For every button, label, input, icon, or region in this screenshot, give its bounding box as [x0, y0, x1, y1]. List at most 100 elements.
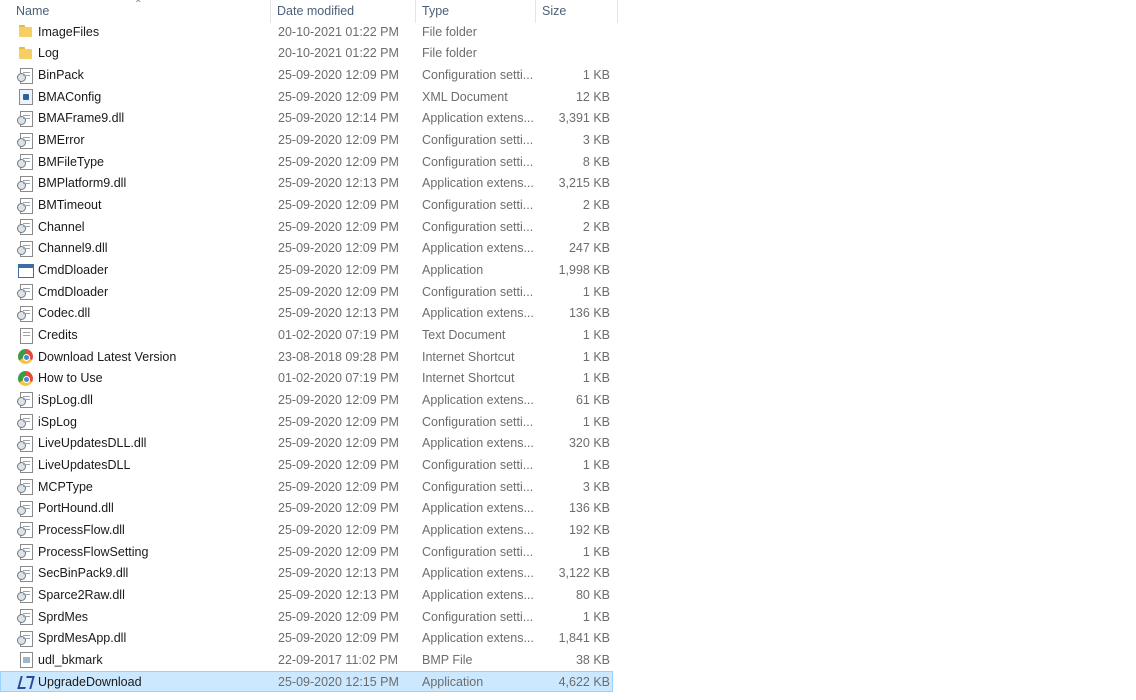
file-row[interactable]: MCPType 25-09-2020 12:09 PM Configuration …	[0, 476, 620, 498]
file-date-modified: 20-10-2021 01:22 PM	[278, 24, 399, 39]
file-icon-cell	[0, 303, 38, 324]
file-row[interactable]: ProcessFlowSetting 25-09-2020 12:09 PM Con…	[0, 541, 620, 563]
file-row[interactable]: ProcessFlow.dll 25-09-2020 12:09 PM Applic…	[0, 519, 620, 541]
file-type: Application extens...	[422, 436, 534, 451]
file-name: BMPlatform9.dll	[38, 176, 127, 191]
file-type: Application extens...	[422, 566, 534, 581]
file-type: Application extens...	[422, 241, 534, 256]
file-size: 192 KB	[568, 522, 610, 537]
file-date-modified: 01-02-2020 07:19 PM	[278, 371, 399, 386]
config-file-icon	[17, 457, 33, 474]
file-row[interactable]: SecBinPack9.dll 25-09-2020 12:13 PM Applic…	[0, 562, 620, 584]
file-date-modified: 25-09-2020 12:14 PM	[278, 111, 399, 126]
file-date-modified: 25-09-2020 12:09 PM	[278, 392, 399, 407]
file-size: 3,122 KB	[558, 566, 610, 581]
file-date-modified: 25-09-2020 12:09 PM	[278, 479, 399, 494]
file-row[interactable]: PortHound.dll 25-09-2020 12:09 PM Applicat…	[0, 497, 620, 519]
file-row[interactable]: Download Latest Version 23-08-2018 09:28 …	[0, 346, 620, 368]
file-type: Internet Shortcut	[422, 349, 515, 364]
file-type: Configuration setti...	[422, 479, 534, 494]
file-icon-cell	[0, 368, 38, 389]
file-icon-cell	[0, 325, 38, 346]
config-file-icon	[17, 219, 33, 236]
file-icon-cell	[0, 43, 38, 64]
file-type: Configuration setti...	[422, 544, 534, 559]
file-row[interactable]: iSpLog 25-09-2020 12:09 PM Configuration s…	[0, 411, 620, 433]
file-icon-cell	[0, 411, 38, 432]
file-name: Channel9.dll	[38, 241, 108, 256]
dll-file-icon	[17, 630, 33, 647]
file-name: SprdMes	[38, 609, 89, 624]
file-row[interactable]: iSpLog.dll 25-09-2020 12:09 PM Application…	[0, 389, 620, 411]
file-size: 8 KB	[582, 154, 610, 169]
dll-file-icon	[17, 435, 33, 452]
file-row[interactable]: udl_bkmark 22-09-2017 11:02 PM BMP File 38 …	[0, 649, 620, 671]
file-row[interactable]: Channel9.dll 25-09-2020 12:09 PM Applicati…	[0, 238, 620, 260]
file-date-modified: 25-09-2020 12:09 PM	[278, 457, 399, 472]
file-row[interactable]: How to Use 01-02-2020 07:19 PM Internet Sh…	[0, 368, 620, 390]
file-size: 1 KB	[582, 414, 610, 429]
column-header-name[interactable]: ⌃ Name	[0, 0, 271, 23]
file-row[interactable]: Log 20-10-2021 01:22 PM File folder	[0, 43, 620, 65]
file-name: udl_bkmark	[38, 652, 103, 667]
file-size: 3 KB	[582, 479, 610, 494]
file-type: Application extens...	[422, 111, 534, 126]
file-row[interactable]: BMAFrame9.dll 25-09-2020 12:14 PM Applicat…	[0, 108, 620, 130]
file-row[interactable]: BMAConfig 25-09-2020 12:09 PM XML Document…	[0, 86, 620, 108]
file-name: MCPType	[38, 479, 93, 494]
config-file-icon	[17, 284, 33, 301]
file-row[interactable]: Channel 25-09-2020 12:09 PM Configuration …	[0, 216, 620, 238]
file-row[interactable]: Sparce2Raw.dll 25-09-2020 12:13 PM Applica…	[0, 584, 620, 606]
file-date-modified: 25-09-2020 12:09 PM	[278, 133, 399, 148]
column-header-date-modified[interactable]: Date modified	[271, 0, 416, 23]
file-date-modified: 25-09-2020 12:09 PM	[278, 241, 399, 256]
file-type: Application	[422, 263, 484, 278]
file-row[interactable]: SprdMesApp.dll 25-09-2020 12:09 PM Applica…	[0, 627, 620, 649]
file-size: 136 KB	[568, 306, 610, 321]
internet-shortcut-icon	[18, 349, 33, 365]
file-row[interactable]: BMPlatform9.dll 25-09-2020 12:13 PM Applic…	[0, 173, 620, 195]
dll-file-icon	[17, 392, 33, 409]
file-type: Configuration setti...	[422, 133, 534, 148]
file-row[interactable]: BMError 25-09-2020 12:09 PM Configuration …	[0, 129, 620, 151]
column-header-row: ⌃ Name Date modified Type Size	[0, 0, 618, 23]
dll-file-icon	[17, 240, 33, 257]
file-size: 3,215 KB	[558, 176, 610, 191]
file-name: Sparce2Raw.dll	[38, 587, 125, 602]
file-row[interactable]: CmdDloader 25-09-2020 12:09 PM Configurati…	[0, 281, 620, 303]
file-type: Configuration setti...	[422, 609, 534, 624]
file-name: BMAConfig	[38, 89, 102, 104]
file-icon-cell	[0, 346, 38, 367]
file-name: Log	[38, 46, 59, 61]
file-row[interactable]: CmdDloader 25-09-2020 12:09 PM Application…	[0, 259, 620, 281]
file-date-modified: 25-09-2020 12:13 PM	[278, 306, 399, 321]
file-date-modified: 25-09-2020 12:09 PM	[278, 522, 399, 537]
file-name: ProcessFlowSetting	[38, 544, 149, 559]
file-row[interactable]: LiveUpdatesDLL 25-09-2020 12:09 PM Configu…	[0, 454, 620, 476]
file-row[interactable]: Credits 01-02-2020 07:19 PM Text Document 1…	[0, 324, 620, 346]
file-type: Text Document	[422, 328, 506, 343]
dll-file-icon	[17, 110, 33, 127]
config-file-icon	[17, 154, 33, 171]
file-row[interactable]: ImageFiles 20-10-2021 01:22 PM File folder	[0, 21, 620, 43]
file-row[interactable]: BMTimeout 25-09-2020 12:09 PM Configuratio…	[0, 194, 620, 216]
file-size: 12 KB	[575, 89, 610, 104]
column-header-size[interactable]: Size	[536, 0, 618, 23]
dll-file-icon	[17, 565, 33, 582]
file-row[interactable]: Codec.dll 25-09-2020 12:13 PM Application …	[0, 303, 620, 325]
file-row[interactable]: SprdMes 25-09-2020 12:09 PM Configuration …	[0, 606, 620, 628]
file-type: Internet Shortcut	[422, 371, 515, 386]
text-file-icon	[20, 327, 33, 344]
file-list-view[interactable]: ⌃ Name Date modified Type Size ImageFile…	[0, 0, 620, 700]
file-row[interactable]: UpgradeDownload 25-09-2020 12:15 PM Applic…	[0, 670, 613, 693]
file-size: 4,622 KB	[558, 674, 610, 689]
file-size: 1 KB	[582, 349, 610, 364]
file-icon-cell	[0, 65, 38, 86]
column-header-type[interactable]: Type	[416, 0, 536, 23]
file-type: Application extens...	[422, 306, 534, 321]
dll-file-icon	[17, 305, 33, 322]
file-row[interactable]: BinPack 25-09-2020 12:09 PM Configuration …	[0, 64, 620, 86]
file-row[interactable]: BMFileType 25-09-2020 12:09 PM Configurati…	[0, 151, 620, 173]
file-name: BMTimeout	[38, 198, 102, 213]
file-row[interactable]: LiveUpdatesDLL.dll 25-09-2020 12:09 PM App…	[0, 432, 620, 454]
